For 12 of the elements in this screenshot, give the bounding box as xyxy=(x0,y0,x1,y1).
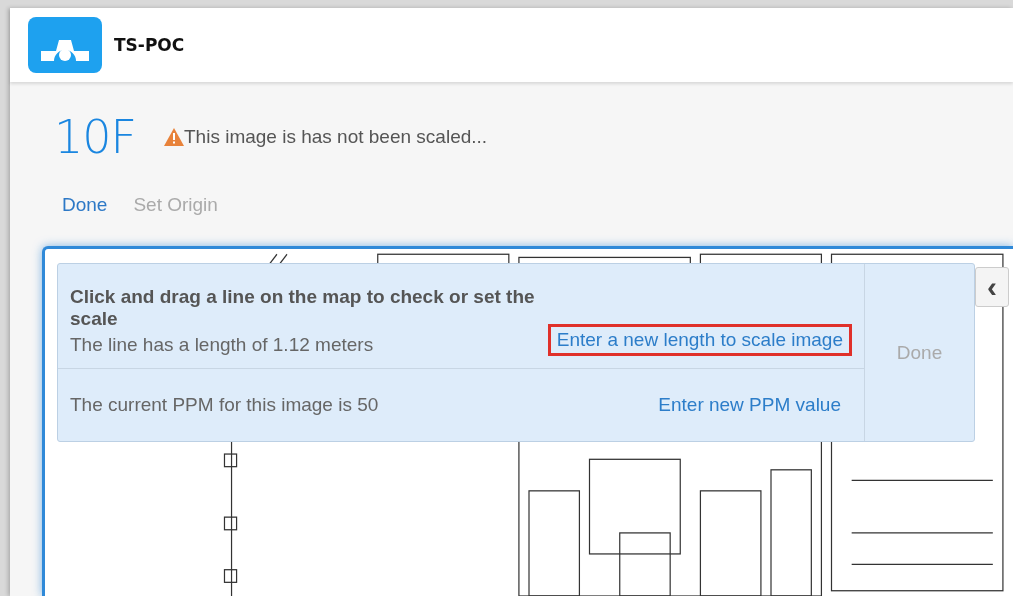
collapse-button[interactable]: ‹ xyxy=(975,267,1009,307)
warning-text: This image is has not been scaled... xyxy=(184,126,488,148)
instruction-heading: Click and drag a line on the map to check or set the scale xyxy=(70,286,536,330)
logo-icon xyxy=(28,17,102,73)
scale-length-link[interactable]: Enter a new length to scale image xyxy=(547,324,852,356)
floor-name: 10F xyxy=(54,110,136,164)
warning-icon xyxy=(164,128,184,146)
line-length-text: The line has a length of 1.12 meters xyxy=(70,334,375,356)
ppm-text: The current PPM for this image is 50 xyxy=(70,394,379,416)
ppm-link[interactable]: Enter new PPM value xyxy=(649,389,850,421)
toolbar-button[interactable]: Done xyxy=(54,190,116,220)
app-title: TS-POC xyxy=(114,35,185,55)
